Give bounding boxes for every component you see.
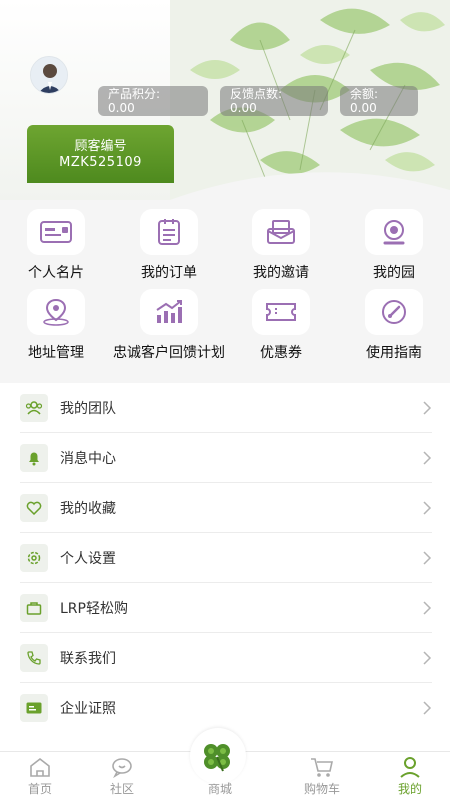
grid-item-label: 个人名片 [28,265,84,281]
grid-item-my-orders[interactable]: 我的订单 [113,209,225,282]
grid-item-label: 优惠券 [260,345,302,361]
list-item-messages[interactable]: 消息中心 [20,433,432,483]
feedback-points-value: 0.00 [230,101,257,115]
grid-item-label: 地址管理 [28,345,84,361]
balance-label: 余额: [350,87,379,101]
grid-item-coupons[interactable]: 优惠券 [225,289,337,362]
mall-center-button[interactable] [190,728,246,784]
bag-icon [20,593,48,622]
list-item-settings[interactable]: 个人设置 [20,533,432,583]
grid-item-user-guide[interactable]: 使用指南 [338,289,450,362]
list-item-contact[interactable]: 联系我们 [20,633,432,683]
growth-chart-icon [140,289,198,335]
chevron-right-icon [423,450,432,465]
avatar[interactable] [30,56,68,94]
list-item-lrp[interactable]: LRP轻松购 [20,583,432,633]
tab-label: 社区 [109,782,134,796]
phone-icon [20,643,48,672]
cart-icon [282,752,362,778]
invite-mail-icon [252,209,310,255]
location-pin-icon [27,289,85,335]
community-chat-icon [82,752,162,778]
chevron-right-icon [423,500,432,515]
user-avatar-icon [31,57,67,93]
member-id-badge: 顾客编号 MZK525109 [27,125,174,183]
chevron-right-icon [423,550,432,565]
tab-label: 首页 [27,782,52,796]
list-item-label: 个人设置 [60,550,116,567]
list-item-my-team[interactable]: 我的团队 [20,383,432,433]
tab-cart[interactable]: 购物车 [282,752,362,797]
chevron-right-icon [423,701,432,715]
garden-icon [365,209,423,255]
grid-item-address[interactable]: 地址管理 [0,289,112,362]
balance-value: 0.00 [350,101,377,115]
home-icon [0,752,80,778]
chevron-right-icon [423,650,432,665]
grid-item-loyalty-program[interactable]: 忠诚客户回馈计划 [113,289,225,362]
tab-label: 购物车 [303,782,340,796]
coupon-icon [252,289,310,335]
license-icon [20,694,48,722]
member-id-label: 顾客编号 [74,139,127,154]
profile-icon [370,752,450,778]
heart-icon [20,493,48,522]
tab-home[interactable]: 首页 [0,752,80,797]
grid-item-label: 使用指南 [366,345,422,361]
product-points-value: 0.00 [108,101,135,115]
list-item-favorites[interactable]: 我的收藏 [20,483,432,533]
feature-grid: 个人名片 我的订单 我的邀请 我的园 地址管理 忠诚客户回馈计划 优惠券 使用指… [0,200,450,383]
grid-item-label: 我的园 [373,265,415,281]
card-icon [27,209,85,255]
product-points-label: 产品积分: [108,87,161,101]
product-points-stat: 产品积分: 0.00 [98,86,208,116]
chevron-right-icon [423,400,432,415]
tab-community[interactable]: 社区 [82,752,162,797]
balance-stat: 余额: 0.00 [340,86,418,116]
grid-item-my-garden[interactable]: 我的园 [338,209,450,282]
grid-item-label: 我的邀请 [253,265,309,281]
list-item-business-license[interactable]: 企业证照 [20,683,432,733]
list-item-label: 企业证照 [60,701,116,717]
tab-label: 我的 [397,782,422,796]
order-list-icon [140,209,198,255]
clover-icon [204,744,230,772]
menu-list: 我的团队 消息中心 我的收藏 个人设置 LRP轻松购 联系我们 企业证照 [0,383,450,751]
feedback-points-stat: 反馈点数: 0.00 [220,86,328,116]
list-item-label: LRP轻松购 [60,600,128,617]
guide-compass-icon [365,289,423,335]
settings-gear-icon [20,543,48,572]
chevron-right-icon [423,600,432,615]
grid-item-business-card[interactable]: 个人名片 [0,209,112,282]
tab-profile[interactable]: 我的 [370,752,450,797]
feedback-points-label: 反馈点数: [230,87,283,101]
grid-item-label: 忠诚客户回馈计划 [113,345,225,361]
grid-item-label: 我的订单 [141,265,197,281]
grid-item-my-invites[interactable]: 我的邀请 [225,209,337,282]
list-item-label: 联系我们 [60,650,116,667]
list-item-label: 我的收藏 [60,500,116,517]
profile-header: 产品积分: 0.00 反馈点数: 0.00 余额: 0.00 顾客编号 MZK5… [0,0,450,200]
member-id-value: MZK525109 [59,155,142,170]
list-item-label: 消息中心 [60,450,116,467]
list-item-label: 我的团队 [60,400,116,417]
team-icon [20,393,48,422]
bell-icon [20,443,48,472]
